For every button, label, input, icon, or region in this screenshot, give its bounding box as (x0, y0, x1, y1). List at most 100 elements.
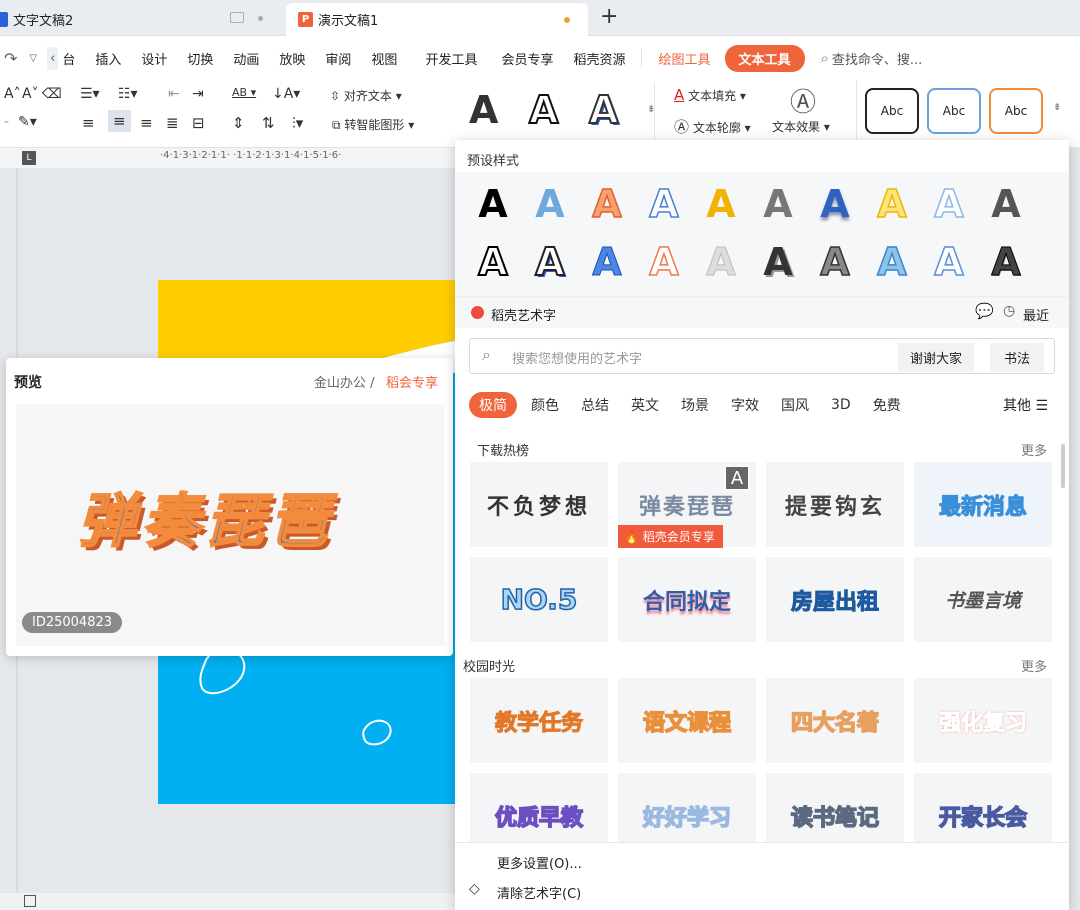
more-settings-item[interactable]: 更多设置(O)... (497, 853, 582, 872)
recent-button[interactable]: 最近 (1023, 305, 1049, 324)
category-3d[interactable]: 3D (831, 397, 851, 413)
section-hot-more[interactable]: 更多 (1021, 440, 1047, 459)
preset-1-3[interactable]: A (587, 183, 627, 225)
preset-2-7[interactable]: A (815, 241, 855, 283)
quick-style-more-icon[interactable]: ⇟ (647, 104, 655, 115)
shape-style-3[interactable]: Abc (989, 88, 1043, 134)
preset-2-4[interactable]: A (644, 241, 684, 283)
menu-item-member[interactable]: 会员专享 (501, 49, 553, 68)
text-effect-icon[interactable]: Ⓐ (790, 82, 816, 119)
bullet-list-icon[interactable]: ☰▾ (80, 86, 100, 102)
columns-icon[interactable]: ⫶▾ (292, 114, 303, 132)
preset-2-1[interactable]: A (473, 241, 513, 283)
menu-item-design[interactable]: 设计 (141, 49, 167, 68)
shape-style-more-icon[interactable]: ⇟ (1053, 102, 1061, 113)
wordart-tile[interactable]: 教学任务 (470, 678, 608, 763)
wordart-tile[interactable]: 不负梦想 (470, 462, 608, 547)
monitor-icon[interactable] (230, 12, 244, 23)
char-spacing-icon[interactable]: AB ▾ (232, 86, 256, 99)
wordart-insert-icon[interactable]: A (725, 466, 749, 490)
quick-style-3[interactable]: A (588, 87, 619, 133)
preview-member-label[interactable]: 稻会专享 (386, 372, 438, 391)
menu-item-animation[interactable]: 动画 (233, 49, 259, 68)
preset-1-7[interactable]: A (815, 184, 855, 224)
category-effect[interactable]: 字效 (731, 395, 759, 415)
text-outline-button[interactable]: Ⓐ 文本轮廓 ▾ (674, 116, 751, 137)
preset-1-9[interactable]: A (929, 183, 969, 225)
category-color[interactable]: 颜色 (531, 395, 559, 415)
align-center-icon[interactable]: ≡ (108, 110, 131, 132)
wordart-tile[interactable]: 合同拟定 (618, 557, 756, 642)
highlight-color-icon[interactable]: ✎▾ (18, 114, 37, 130)
menu-item-review[interactable]: 审阅 (325, 49, 351, 68)
menu-item-docer-resources[interactable]: 稻壳资源 (573, 49, 625, 68)
wordart-tile[interactable]: 房屋出租 (766, 557, 904, 642)
wordart-tile[interactable]: 书墨言境 (914, 557, 1052, 642)
preset-2-2[interactable]: A (530, 241, 570, 283)
shape-style-1[interactable]: Abc (865, 88, 919, 134)
preset-1-1[interactable]: A (473, 184, 513, 224)
paragraph-spacing-icon[interactable]: ⇅ (262, 114, 275, 132)
preset-2-10[interactable]: A (986, 242, 1026, 283)
search-tag-thanks[interactable]: 谢谢大家 (898, 343, 975, 372)
preset-2-9[interactable]: A (929, 241, 969, 283)
section-campus-more[interactable]: 更多 (1021, 656, 1047, 675)
menu-item-developer[interactable]: 开发工具 (425, 49, 477, 68)
line-spacing-icon[interactable]: ⇕ (232, 114, 245, 132)
eraser-icon[interactable]: ⌫ (42, 86, 62, 102)
menu-item-transition[interactable]: 切换 (187, 49, 213, 68)
tab-presentation[interactable]: P 演示文稿1 (286, 3, 588, 36)
wordart-tile[interactable]: NO.5 (470, 557, 608, 642)
indent-increase-icon[interactable]: ⇥ (192, 86, 204, 102)
preset-1-10[interactable]: A (986, 184, 1026, 224)
align-right-icon[interactable]: ≡ (140, 114, 153, 132)
indent-decrease-icon[interactable]: ⇤ (168, 86, 180, 102)
command-search[interactable]: 查找命令、搜... (832, 49, 922, 68)
distribute-icon[interactable]: ⊟ (192, 114, 205, 132)
wordart-tile[interactable]: 最新消息 (914, 462, 1052, 547)
art-search-input[interactable]: 搜索您想使用的艺术字 (512, 348, 642, 367)
menu-item-insert[interactable]: 插入 (95, 49, 121, 68)
wordart-tile[interactable]: 强化复习 (914, 678, 1052, 763)
category-summary[interactable]: 总结 (581, 395, 609, 415)
preset-1-5[interactable]: A (701, 184, 741, 224)
preset-1-6[interactable]: A (758, 184, 798, 224)
align-left-icon[interactable]: ≡ (82, 114, 95, 132)
clear-wordart-item[interactable]: 清除艺术字(C) (497, 883, 581, 902)
font-size-up-icon[interactable]: A˄ (4, 86, 21, 102)
preset-1-8[interactable]: A (872, 183, 912, 225)
preset-1-4[interactable]: A (644, 183, 684, 225)
preset-2-5[interactable]: A (701, 242, 741, 283)
tab-writer-doc[interactable]: 文字文稿2 (0, 3, 270, 36)
wordart-tile[interactable]: 语文课程 (618, 678, 756, 763)
smart-shape-button[interactable]: ⧉ 转智能图形 ▾ (332, 116, 414, 133)
feedback-icon[interactable]: 💬 (975, 302, 994, 320)
notes-icon[interactable] (24, 895, 36, 907)
gallery-scrollbar[interactable] (1061, 444, 1065, 488)
category-english[interactable]: 英文 (631, 395, 659, 415)
scroll-left-icon[interactable]: ‹ (47, 46, 59, 70)
menu-item-view[interactable]: 视图 (371, 49, 397, 68)
text-fill-button[interactable]: A 文本填充 ▾ (674, 86, 746, 104)
preset-2-6[interactable]: A (758, 242, 798, 282)
category-scene[interactable]: 场景 (681, 395, 709, 415)
art-search-box[interactable]: ⌕ 搜索您想使用的艺术字 谢谢大家 书法 (469, 338, 1055, 374)
preset-1-2[interactable]: A (530, 184, 570, 224)
quick-access-dropdown-icon[interactable]: ▽ (29, 53, 37, 64)
text-effect-button[interactable]: 文本效果 ▾ (772, 118, 830, 135)
sort-icon[interactable]: ↓A▾ (272, 86, 300, 102)
category-chinese-style[interactable]: 国风 (781, 395, 809, 415)
redo-icon[interactable]: ↷ (4, 49, 17, 68)
menu-item-drawing-tools[interactable]: 绘图工具 (658, 49, 710, 68)
category-other[interactable]: 其他 ☰ (1003, 395, 1048, 415)
preset-2-8[interactable]: A (872, 241, 912, 283)
justify-icon[interactable]: ≣ (166, 114, 179, 132)
tab-stop-icon[interactable]: L (22, 151, 36, 165)
wordart-tile[interactable]: 提要钩玄 (766, 462, 904, 547)
preset-2-3[interactable]: A (587, 242, 627, 283)
shape-style-2[interactable]: Abc (927, 88, 981, 134)
category-free[interactable]: 免费 (873, 395, 901, 415)
wordart-tile[interactable]: 四大名著 (766, 678, 904, 763)
font-size-down-icon[interactable]: A˅ (22, 86, 39, 102)
search-tag-calligraphy[interactable]: 书法 (990, 343, 1045, 372)
